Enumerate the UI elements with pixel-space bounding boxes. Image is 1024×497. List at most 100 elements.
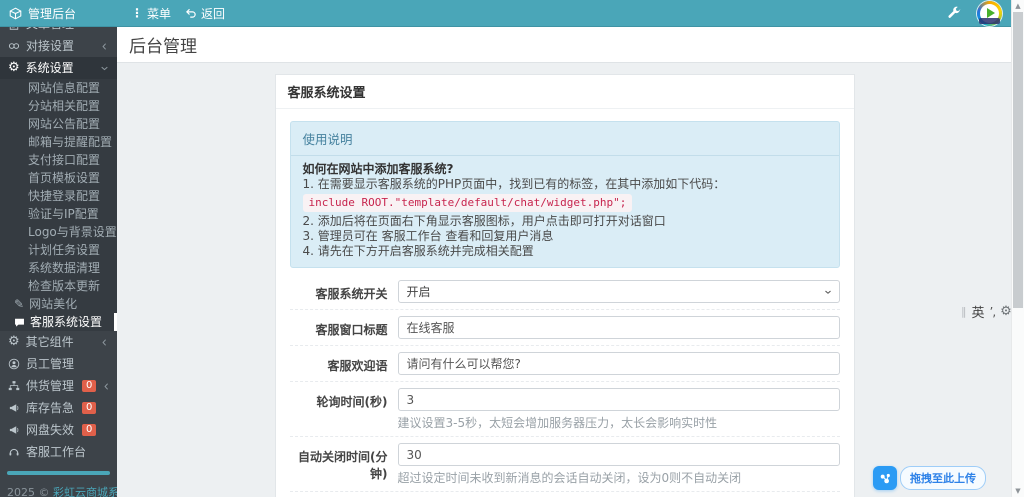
usage-alert-title: 使用说明 xyxy=(291,122,839,156)
ime-drag-handle[interactable]: ‖ xyxy=(961,305,967,318)
sidebar-item-label: 供货管理 xyxy=(26,379,74,393)
panel-title: 客服系统设置 xyxy=(276,75,854,109)
include-code-snippet: include ROOT."template/default/chat/widg… xyxy=(303,194,633,212)
chat-bubble-icon xyxy=(14,317,25,328)
form-row-welcome: 客服欢迎语 xyxy=(290,346,840,382)
menu-toggle-button[interactable]: ⋮ 菜单 xyxy=(131,5,171,22)
field-label: 客服欢迎语 xyxy=(290,352,388,374)
copyright: 2025 © 彩虹云商城系统 xyxy=(0,482,117,497)
alert-line-3: 3. 管理员可在 客服工作台 查看和回复用户消息 xyxy=(303,229,827,244)
auto-close-input[interactable] xyxy=(398,443,840,466)
sidebar: 文章管理 对接设置 ⚙ 系统设置 网站信息配置 分站相关配置 网站公告配置 邮箱… xyxy=(0,26,117,497)
ime-gear-icon[interactable]: ⚙ xyxy=(1000,304,1012,319)
ime-punctuation-toggle[interactable]: ’, xyxy=(990,305,996,319)
sidebar-divider xyxy=(7,471,110,475)
submenu-item-data-clean[interactable]: 系统数据清理 xyxy=(0,259,117,277)
form-row-auto-delete: 自动删除聊天记录 关闭 开启后将自动删除超过设定天数的聊天记录 xyxy=(290,492,840,497)
chevron-down-icon xyxy=(100,64,109,73)
brand-label: 管理后台 xyxy=(28,5,76,22)
submenu-item-mail[interactable]: 邮箱与提醒配置 xyxy=(0,133,117,151)
field-hint: 建议设置3-5秒，太短会增加服务器压力，太长会影响实时性 xyxy=(398,416,840,430)
scroll-up-arrow[interactable]: ▲ xyxy=(1012,0,1024,12)
sidebar-item-label: 系统设置 xyxy=(26,61,74,75)
brand[interactable]: 管理后台 xyxy=(0,5,117,22)
submenu-item-cron[interactable]: 计划任务设置 xyxy=(0,241,117,259)
ime-language-toggle[interactable]: 英 xyxy=(972,302,985,321)
submenu-item-template[interactable]: 首页模板设置 xyxy=(0,169,117,187)
submenu-item-beautify[interactable]: ✎ 网站美化 xyxy=(0,295,117,313)
sitemap-icon xyxy=(8,380,20,392)
netdisk-upload-widget[interactable]: 拖拽至此上传 xyxy=(873,466,986,490)
sidebar-item-netdisk-invalid[interactable]: 网盘失效 0 xyxy=(0,419,117,441)
submenu-item-site-info[interactable]: 网站信息配置 xyxy=(0,79,117,97)
usage-alert: 使用说明 如何在网站中添加客服系统? 1. 在需要显示客服系统的PHP页面中，找… xyxy=(290,121,840,268)
alert-line-4: 4. 请先在下方开启客服系统并完成相关配置 xyxy=(303,244,827,259)
submenu-item-payment[interactable]: 支付接口配置 xyxy=(0,151,117,169)
wrench-icon[interactable] xyxy=(947,6,961,20)
alert-line-2: 2. 添加后将在页面右下角显示客服图标，用户点击即可打开对话窗口 xyxy=(303,214,827,229)
undo-arrow-icon xyxy=(185,7,197,19)
link-icon xyxy=(8,40,20,52)
submenu-item-quick-login[interactable]: 快捷登录配置 xyxy=(0,187,117,205)
supply-badge: 0 xyxy=(82,380,96,392)
scroll-down-arrow[interactable]: ▼ xyxy=(1012,485,1024,497)
bullhorn-icon xyxy=(8,424,20,436)
system-submenu: 网站信息配置 分站相关配置 网站公告配置 邮箱与提醒配置 支付接口配置 首页模板… xyxy=(0,79,117,331)
field-label: 客服窗口标题 xyxy=(290,316,388,338)
scrollbar-thumb[interactable] xyxy=(1013,12,1023,308)
field-label: 轮询时间(秒) xyxy=(290,388,388,410)
sidebar-item-label: 其它组件 xyxy=(26,335,74,349)
sidebar-item-article[interactable]: 文章管理 xyxy=(0,26,117,35)
field-label: 客服系统开关 xyxy=(290,280,388,302)
sidebar-item-label: 对接设置 xyxy=(26,39,74,53)
window-title-input[interactable] xyxy=(398,316,840,339)
submenu-item-verify-ip[interactable]: 验证与IP配置 xyxy=(0,205,117,223)
back-button[interactable]: 返回 xyxy=(185,5,225,22)
gear-icon: ⚙ xyxy=(8,62,20,74)
gears-icon: ⚙ xyxy=(8,336,20,348)
cube-icon xyxy=(9,7,22,20)
user-avatar[interactable] xyxy=(977,1,1002,26)
user-circle-icon xyxy=(8,358,20,370)
alert-line-1: 1. 在需要显示客服系统的PHP页面中，找到已有的标签，在其中添加如下代码： xyxy=(303,177,827,192)
chevron-left-icon xyxy=(100,338,109,347)
sidebar-item-workbench[interactable]: 客服工作台 xyxy=(0,441,117,463)
netdisk-badge: 0 xyxy=(82,424,96,436)
menu-dots-icon: ⋮ xyxy=(131,6,143,20)
play-logo-icon xyxy=(987,8,995,18)
page-title: 后台管理 xyxy=(129,32,197,57)
submenu-item-logo-bg[interactable]: Logo与背景设置 xyxy=(0,223,117,241)
submenu-item-check-update[interactable]: 检查版本更新 xyxy=(0,277,117,295)
sidebar-item-connect[interactable]: 对接设置 xyxy=(0,35,117,57)
ime-toolbar: ‖ 英 ’, ⚙ xyxy=(961,302,1012,321)
bullhorn-icon xyxy=(8,402,20,414)
menu-toggle-label: 菜单 xyxy=(147,5,171,22)
submenu-item-substation[interactable]: 分站相关配置 xyxy=(0,97,117,115)
form-row-system-switch: 客服系统开关 开启 xyxy=(290,274,840,310)
stock-badge: 0 xyxy=(82,402,96,414)
upload-drop-label: 拖拽至此上传 xyxy=(900,466,986,490)
form-row-auto-close: 自动关闭时间(分钟) 超过设定时间未收到新消息的会话自动关闭，设为0则不自动关闭 xyxy=(290,437,840,492)
welcome-message-input[interactable] xyxy=(398,352,840,375)
sidebar-item-components[interactable]: ⚙ 其它组件 xyxy=(0,331,117,353)
poll-interval-input[interactable] xyxy=(398,388,840,411)
copyright-brand-link[interactable]: 彩虹云商城系统 xyxy=(53,486,117,497)
headset-icon xyxy=(8,446,20,458)
sidebar-item-system[interactable]: ⚙ 系统设置 xyxy=(0,57,117,79)
chevron-down-icon xyxy=(823,287,833,297)
sidebar-item-stock-alert[interactable]: 库存告急 0 xyxy=(0,397,117,419)
system-switch-select[interactable]: 开启 xyxy=(398,280,840,303)
form-row-window-title: 客服窗口标题 xyxy=(290,310,840,346)
submenu-item-chat-settings[interactable]: 客服系统设置 xyxy=(0,313,117,331)
sidebar-item-supply[interactable]: 供货管理 0 xyxy=(0,375,117,397)
netdisk-icon xyxy=(873,466,897,490)
sidebar-item-staff[interactable]: 员工管理 xyxy=(0,353,117,375)
field-label: 自动关闭时间(分钟) xyxy=(290,443,388,482)
content: 客服系统设置 使用说明 如何在网站中添加客服系统? 1. 在需要显示客服系统的P… xyxy=(117,63,1012,497)
sidebar-item-label: 客服工作台 xyxy=(26,445,86,459)
page-scrollbar[interactable]: ▲ ▼ xyxy=(1011,0,1024,497)
sidebar-item-label: 员工管理 xyxy=(26,357,74,371)
submenu-item-announcement[interactable]: 网站公告配置 xyxy=(0,115,117,133)
sidebar-item-label: 网盘失效 xyxy=(26,423,74,437)
field-hint: 超过设定时间未收到新消息的会话自动关闭，设为0则不自动关闭 xyxy=(398,471,840,485)
